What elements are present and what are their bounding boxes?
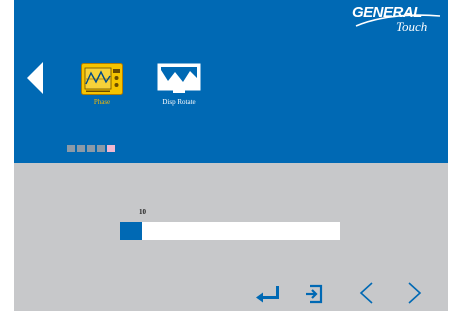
page-dot (67, 145, 75, 152)
menu-panel: GENERAL Touch Phase Disp Rotate (14, 0, 448, 163)
page-dot (97, 145, 105, 152)
adjust-panel: 10 (14, 163, 448, 311)
chevron-right-icon (408, 282, 422, 304)
slider-fill (120, 222, 142, 240)
slider-value: 10 (139, 208, 146, 216)
previous-button[interactable] (352, 278, 382, 308)
page-indicator (67, 145, 115, 152)
exit-icon (306, 284, 323, 304)
menu-back-arrow[interactable] (24, 60, 46, 96)
exit-button[interactable] (301, 278, 331, 308)
page-dot (87, 145, 95, 152)
page-dot-active (107, 145, 115, 152)
next-button[interactable] (399, 278, 429, 308)
menu-item-disp-rotate[interactable]: Disp Rotate (143, 62, 215, 106)
menu-item-phase[interactable]: Phase (66, 62, 138, 106)
brand-logo: GENERAL Touch (350, 4, 442, 34)
phase-waveform-icon (80, 62, 124, 96)
chevron-left-icon (359, 282, 373, 304)
menu-item-label: Phase (93, 98, 111, 106)
menu-item-label: Disp Rotate (162, 98, 196, 106)
page-dot (77, 145, 85, 152)
logo-swoosh-icon (355, 14, 441, 27)
enter-button[interactable] (254, 278, 284, 308)
triangle-left-icon (27, 62, 43, 94)
phase-slider[interactable] (120, 222, 340, 240)
display-rotate-icon (157, 62, 201, 96)
enter-icon (256, 286, 279, 303)
osd-menu: GENERAL Touch Phase Disp Rotate 10 (14, 0, 448, 311)
